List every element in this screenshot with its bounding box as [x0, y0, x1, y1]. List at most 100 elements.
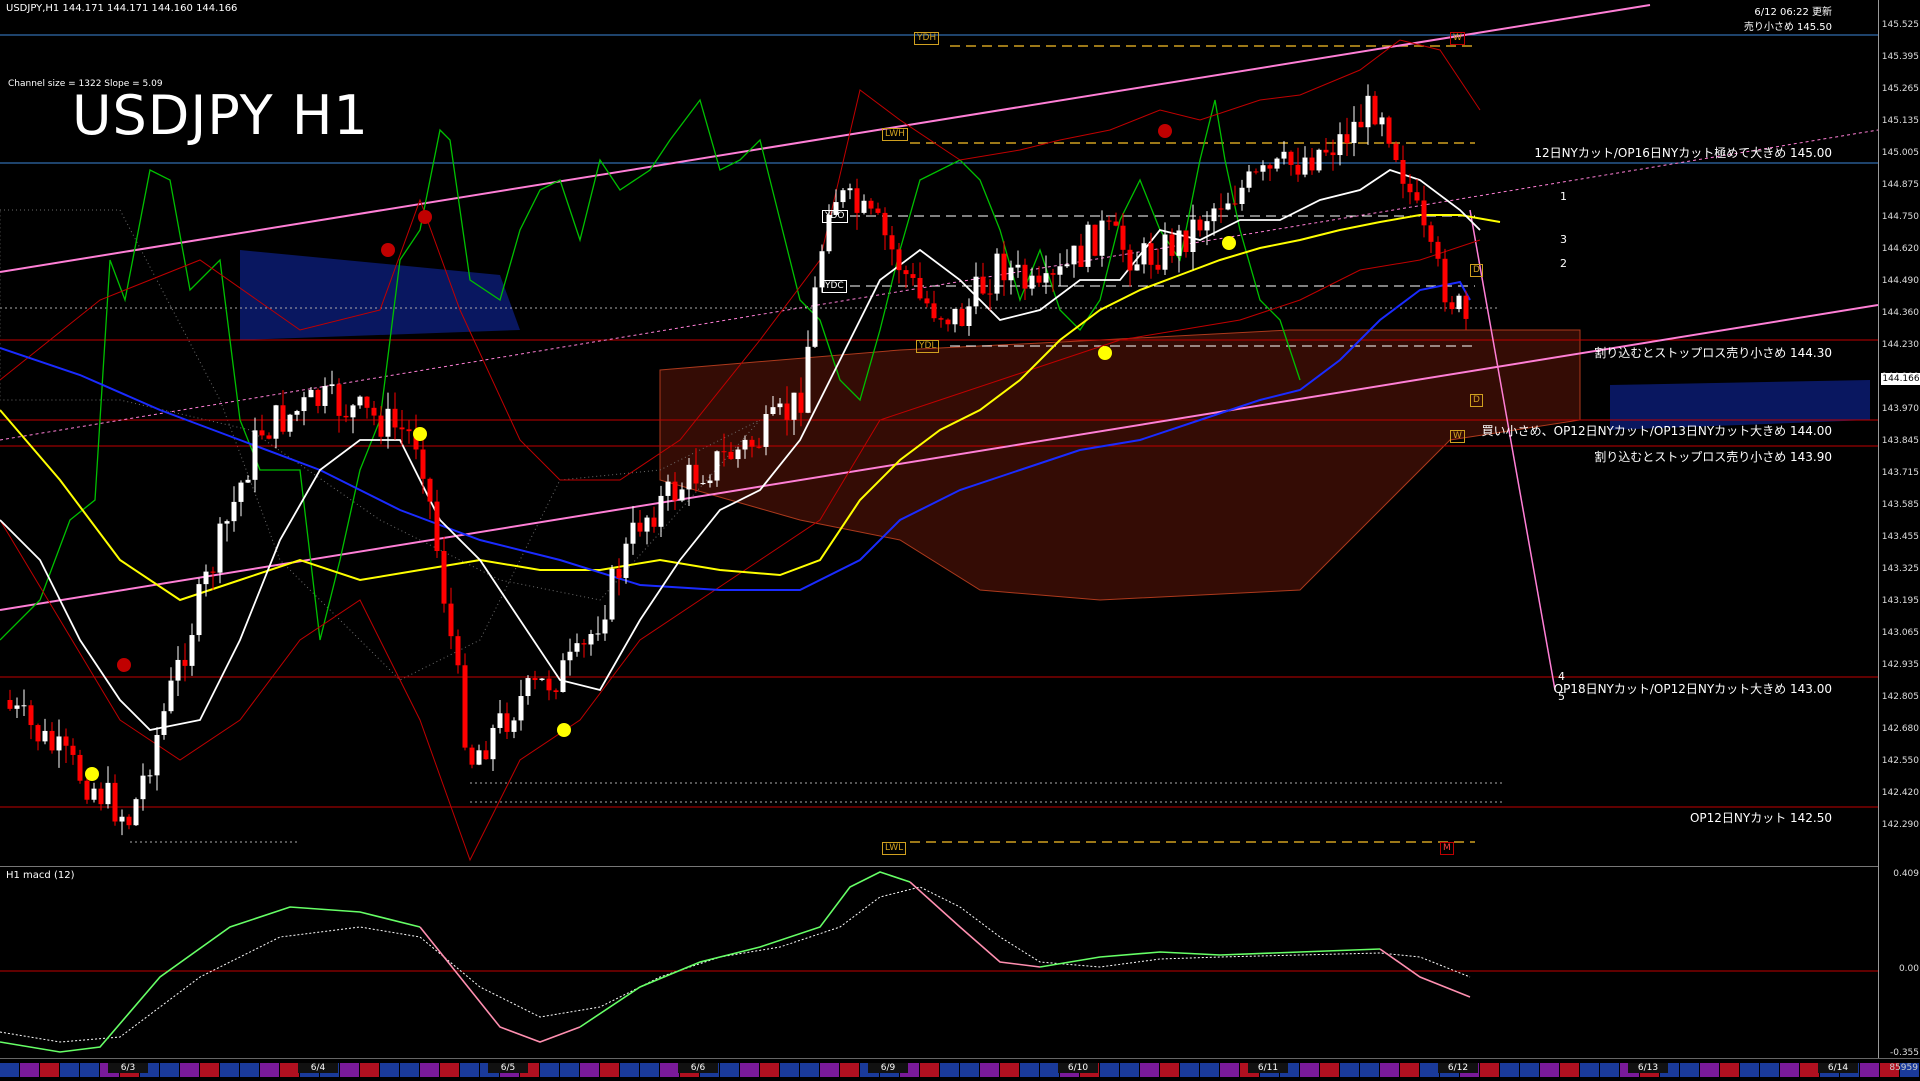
- candle-body: [112, 782, 118, 822]
- candle-body: [637, 522, 643, 532]
- date-label: 6/14: [1818, 1063, 1858, 1073]
- candle-body: [630, 522, 636, 544]
- candle-body: [126, 816, 132, 826]
- candle-body: [882, 212, 888, 236]
- candle-body: [889, 235, 895, 250]
- date-segment: [1000, 1063, 1019, 1077]
- date-segment: [1200, 1063, 1219, 1077]
- candle-body: [1386, 117, 1392, 144]
- candle-body: [1428, 225, 1434, 242]
- candle-body: [1190, 219, 1196, 252]
- candle-body: [546, 678, 552, 691]
- price-chart[interactable]: 1 2 3 4 5 USDJPY,H1 144.171 144.171 144.…: [0, 0, 1878, 864]
- candle-body: [476, 750, 482, 765]
- candle-body: [1134, 264, 1140, 271]
- price-tick: 145.525: [1881, 20, 1919, 30]
- candle-body: [301, 397, 307, 412]
- macd-panel[interactable]: H1 macd (12): [0, 866, 1878, 1059]
- date-segment: [1320, 1063, 1339, 1077]
- date-segment: [180, 1063, 199, 1077]
- candle-body: [1218, 208, 1224, 210]
- candle-body: [469, 747, 475, 765]
- date-segment: [1380, 1063, 1399, 1077]
- macd-scale-top: 0.409: [1893, 869, 1919, 879]
- marker-2: 2: [1560, 257, 1567, 270]
- macd-signal: [0, 886, 1471, 1043]
- date-segment: [1100, 1063, 1119, 1077]
- candle-body: [511, 720, 517, 732]
- candle-body: [861, 200, 867, 213]
- candle-body: [1225, 203, 1231, 210]
- tag-w-top: W: [1450, 32, 1465, 45]
- candle-body: [189, 635, 195, 666]
- candle-body: [518, 696, 524, 721]
- candle-body: [1099, 220, 1105, 256]
- candle-body: [1435, 241, 1441, 259]
- date-segment: [1480, 1063, 1499, 1077]
- candle-body: [1211, 208, 1217, 222]
- date-segment: [1560, 1063, 1579, 1077]
- candle-body: [210, 571, 216, 573]
- price-tick: 142.290: [1881, 820, 1919, 830]
- candle-body: [133, 799, 139, 826]
- candle-body: [14, 705, 20, 709]
- date-segment: [1120, 1063, 1139, 1077]
- candle-body: [1442, 258, 1448, 303]
- candle-body: [105, 782, 111, 805]
- candle-body: [770, 407, 776, 415]
- candle-body: [1183, 230, 1189, 252]
- date-segment: [620, 1063, 639, 1077]
- date-segment: [1300, 1063, 1319, 1077]
- candle-body: [609, 568, 615, 620]
- price-scale[interactable]: 145.525 145.395 145.265 145.135 145.005 144.8…: [1878, 0, 1920, 1058]
- candle-body: [399, 427, 405, 430]
- candle-body: [1148, 243, 1154, 265]
- candle-body: [259, 430, 265, 436]
- candle-body: [1372, 95, 1378, 125]
- candle-body: [1260, 165, 1266, 172]
- date-segment: [1400, 1063, 1419, 1077]
- annotation-143-00: OP18日NYカット/OP12日NYカット大きめ 143.00: [1553, 682, 1832, 696]
- candle-body: [1050, 273, 1056, 275]
- candle-body: [35, 725, 41, 742]
- candle-body: [1463, 295, 1469, 319]
- candle-body: [1106, 220, 1112, 222]
- candle-body: [665, 481, 671, 496]
- candle-body: [308, 389, 314, 398]
- date-segment: [1700, 1063, 1719, 1077]
- date-segment: [1140, 1063, 1159, 1077]
- candle-body: [616, 568, 622, 578]
- price-tick: 144.230: [1881, 340, 1919, 350]
- date-label: 6/5: [488, 1063, 528, 1073]
- macd-scale-zero: 0.00: [1898, 964, 1919, 974]
- date-segment: [940, 1063, 959, 1077]
- candle-body: [1246, 171, 1252, 188]
- date-segment: [600, 1063, 619, 1077]
- price-tick: 144.875: [1881, 180, 1919, 190]
- candle-body: [553, 690, 559, 693]
- candle-body: [854, 188, 860, 213]
- candle-body: [84, 780, 90, 800]
- date-segment: [720, 1063, 739, 1077]
- candle-body: [42, 730, 48, 742]
- candle-body: [238, 482, 244, 502]
- candle-body: [931, 303, 937, 319]
- candle-body: [1064, 264, 1070, 267]
- candle-body: [707, 480, 713, 484]
- candle-body: [595, 633, 601, 635]
- macd-line-red3: [1379, 948, 1471, 998]
- price-tick: 143.585: [1881, 500, 1919, 510]
- date-segment: [220, 1063, 239, 1077]
- date-label: 6/4: [298, 1063, 338, 1073]
- candle-body: [903, 270, 909, 275]
- candle-body: [763, 414, 769, 447]
- date-segment: [1860, 1063, 1879, 1077]
- candle-body: [1302, 157, 1308, 175]
- date-segment: [1160, 1063, 1179, 1077]
- price-tick: 143.970: [1881, 404, 1919, 414]
- tag-d-top: D: [1470, 264, 1483, 277]
- candle-body: [385, 408, 391, 437]
- candle-body: [910, 274, 916, 278]
- date-label: 6/9: [868, 1063, 908, 1073]
- candle-body: [343, 415, 349, 418]
